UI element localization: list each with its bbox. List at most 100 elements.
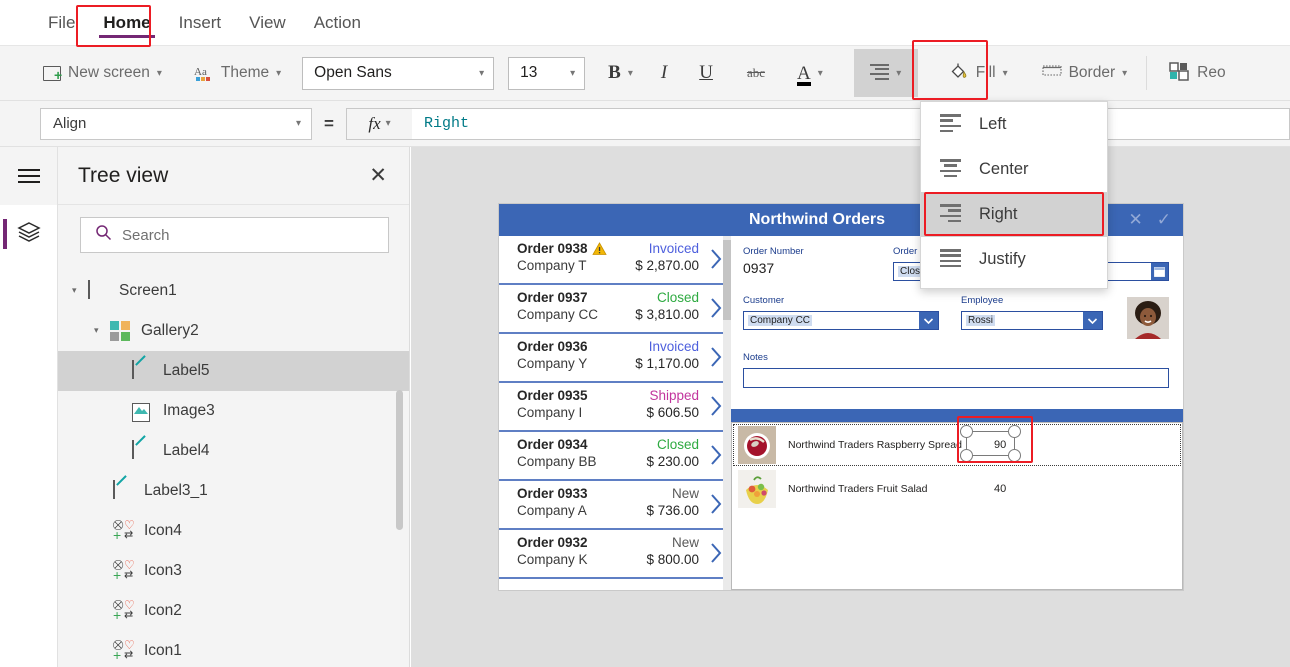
close-icon[interactable]: ✕ (369, 165, 387, 186)
chevron-right-icon[interactable] (710, 444, 723, 466)
tree-item-label3-1[interactable]: Label3_1 (58, 471, 409, 511)
text-align-button[interactable]: ▾ (853, 49, 918, 97)
gallery-row[interactable]: Order 0935 Company I Shipped $ 606.50 (499, 383, 731, 432)
chevron-down-icon[interactable] (1083, 312, 1102, 329)
align-right-icon (940, 204, 961, 224)
property-select[interactable]: Align ▾ (40, 107, 312, 140)
selection-line-right (1014, 438, 1016, 449)
orders-gallery: Order 0938 Company T Invoiced $ 2,870.00 (499, 204, 731, 590)
formula-input[interactable]: Right (412, 107, 1290, 140)
menu-item-file[interactable]: File (34, 7, 89, 39)
new-screen-button[interactable]: New screen ▾ (34, 54, 171, 92)
notes-input[interactable] (743, 368, 1169, 388)
twisty-expanded-icon[interactable]: ▾ (72, 285, 84, 297)
menu-item-action[interactable]: Action (300, 7, 375, 39)
order-details-gallery: Northwind Traders Raspberry Spread 90 No… (731, 422, 1183, 590)
chevron-right-icon[interactable] (710, 297, 723, 319)
tree-item-icon3[interactable]: ⛒ ♡ + ⇄ Icon3 (58, 551, 409, 591)
confirm-icon[interactable]: ✓ (1157, 210, 1171, 230)
product-row[interactable]: Northwind Traders Fruit Salad 40 (732, 467, 1182, 511)
gallery-row[interactable]: Order 0932 Company K New $ 800.00 (499, 530, 731, 579)
resize-handle-top-left[interactable] (960, 425, 973, 438)
tree-item-label4[interactable]: Label4 (58, 431, 409, 471)
tree-item-label5[interactable]: Label5 (58, 351, 409, 391)
selection-line-bottom (973, 455, 1008, 457)
chevron-right-icon[interactable] (710, 248, 723, 270)
product-row[interactable]: Northwind Traders Raspberry Spread 90 (732, 423, 1182, 467)
tree-item-image3[interactable]: Image3 (58, 391, 409, 431)
order-number: Order 0932 (517, 535, 588, 550)
chevron-right-icon[interactable] (710, 493, 723, 515)
tree-item-gallery2[interactable]: ▾ Gallery2 (58, 311, 409, 351)
order-amount: $ 736.00 (646, 503, 699, 518)
align-option-right[interactable]: Right (921, 192, 1107, 237)
gallery-scrollbar-thumb[interactable] (723, 240, 731, 320)
tree-item-label: Gallery2 (141, 322, 199, 339)
app-title: Northwind Orders (749, 211, 886, 228)
border-button[interactable]: Border ▾ (1033, 54, 1137, 92)
tree-item-icon4[interactable]: ⛒ ♡ + ⇄ Icon4 (58, 511, 409, 551)
border-label: Border (1068, 64, 1116, 81)
font-size-select[interactable]: 13 ▾ (508, 56, 586, 90)
label-icon (113, 480, 115, 499)
tree-item-icon2[interactable]: ⛒ ♡ + ⇄ Icon2 (58, 591, 409, 631)
chevron-down-icon[interactable] (919, 312, 938, 329)
strikethrough-button[interactable]: abc (738, 54, 774, 92)
tree-item-label: Label5 (163, 362, 210, 379)
chevron-right-icon[interactable] (710, 346, 723, 368)
tree-view-panel: Tree view ✕ Search ▾ Screen1 ▾ Gallery2 … (58, 147, 410, 667)
product-quantity: 40 (994, 483, 1007, 495)
italic-button[interactable]: I (652, 54, 676, 92)
calendar-icon[interactable] (1151, 263, 1168, 280)
gallery-scrollbar[interactable] (723, 236, 731, 590)
company-name: Company A (517, 503, 587, 518)
chevron-down-icon: ▾ (156, 67, 162, 79)
fx-button[interactable]: fx ▾ (346, 107, 412, 140)
tree-scrollbar[interactable] (396, 390, 403, 530)
field-employee[interactable]: Employee Rossi (961, 295, 1103, 330)
gallery-row[interactable]: Order 0938 Company T Invoiced $ 2,870.00 (499, 236, 731, 285)
gallery-row[interactable]: Order 0934 Company BB Closed $ 230.00 (499, 432, 731, 481)
field-order-number: Order Number 0937 (743, 246, 871, 276)
reorder-button[interactable]: Reo (1159, 54, 1234, 92)
gallery-row[interactable]: Order 0936 Company Y Invoiced $ 1,170.00 (499, 334, 731, 383)
order-status: New (671, 535, 699, 550)
theme-button[interactable]: Aa Theme ▾ (185, 54, 290, 92)
resize-handle-bottom-left[interactable] (960, 449, 973, 462)
menu-item-view[interactable]: View (235, 7, 300, 39)
font-color-button[interactable]: A ▾ (788, 54, 832, 92)
gallery-row[interactable]: Order 0937 Company CC Closed $ 3,810.00 (499, 285, 731, 334)
align-option-center[interactable]: Center (921, 147, 1107, 192)
resize-handle-bottom-right[interactable] (1008, 449, 1021, 462)
search-input[interactable]: Search (80, 217, 389, 253)
bold-button[interactable]: B ▾ (599, 54, 642, 92)
font-family-select[interactable]: Open Sans ▾ (302, 56, 495, 90)
cancel-icon[interactable]: ✕ (1129, 210, 1143, 230)
align-dropdown-menu: Left Center Right Justify (920, 101, 1108, 289)
fill-button[interactable]: Fill ▾ (940, 54, 1017, 92)
employee-avatar (1127, 297, 1169, 339)
field-notes[interactable]: Notes (743, 352, 1169, 388)
underline-button[interactable]: U (690, 54, 722, 92)
field-customer[interactable]: Customer Company CC (743, 295, 939, 330)
chevron-right-icon[interactable] (710, 395, 723, 417)
menu-item-insert[interactable]: Insert (165, 7, 236, 39)
gallery-row[interactable]: Order 0933 Company A New $ 736.00 (499, 481, 731, 530)
menu-item-home[interactable]: Home (89, 7, 164, 39)
chevron-right-icon[interactable] (710, 542, 723, 564)
order-amount: $ 2,870.00 (635, 258, 699, 273)
align-option-justify[interactable]: Justify (921, 237, 1107, 282)
fx-icon: fx (368, 113, 381, 133)
order-number: Order 0933 (517, 486, 588, 501)
tree-item-icon1[interactable]: ⛒ ♡ + ⇄ Icon1 (58, 631, 409, 667)
hamburger-button[interactable] (0, 147, 57, 205)
resize-handle-top-right[interactable] (1008, 425, 1021, 438)
align-option-left[interactable]: Left (921, 102, 1107, 147)
rail-item-tree-view[interactable] (0, 205, 57, 263)
align-option-label: Right (979, 205, 1018, 223)
tree-item-screen1[interactable]: ▾ Screen1 (58, 271, 409, 311)
twisty-expanded-icon[interactable]: ▾ (94, 325, 106, 337)
tree-item-label: Icon1 (144, 642, 182, 659)
field-value: Company CC (748, 315, 813, 326)
fill-bucket-icon (949, 61, 969, 86)
